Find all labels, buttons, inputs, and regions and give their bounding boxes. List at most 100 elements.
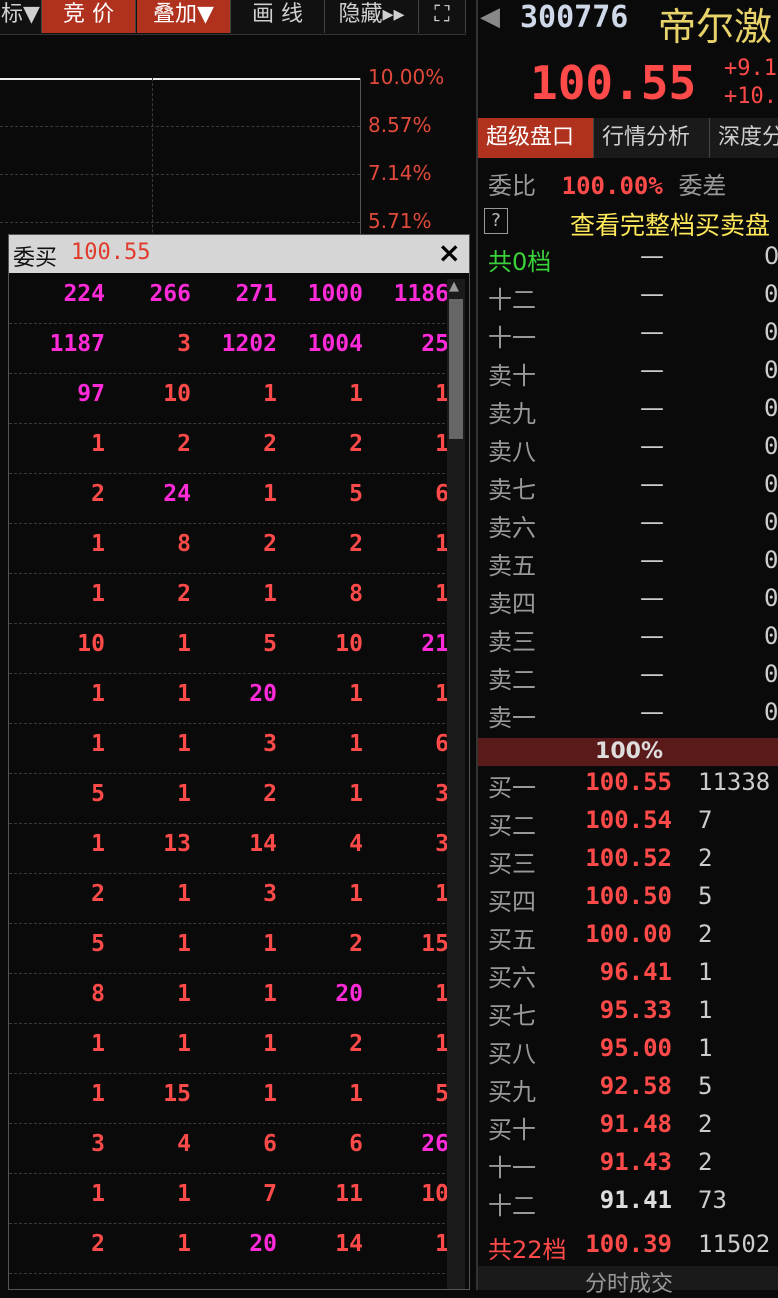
queue-cell: 10 xyxy=(163,381,191,407)
ask-level-row[interactable]: 十一 — 0 xyxy=(478,314,778,352)
bid-level-price: 100.00 xyxy=(585,920,672,948)
ask-level-row[interactable]: 卖三 — 0 xyxy=(478,618,778,656)
scrollbar[interactable]: ▲ xyxy=(447,279,465,1289)
queue-row: 2 1 3 1 1 xyxy=(9,873,449,924)
bid-level-row[interactable]: 买六 96.41 1 xyxy=(478,954,778,992)
queue-row: 10 1 5 10 21 xyxy=(9,623,449,674)
toolbar-menu-button[interactable]: 标▼ xyxy=(0,0,42,33)
queue-cell: 2 xyxy=(349,431,363,457)
bid-level-vol: 1 xyxy=(698,996,713,1024)
ask-level-row[interactable]: 卖一 — 0 xyxy=(478,694,778,732)
bid-level-row[interactable]: 买十 91.48 2 xyxy=(478,1106,778,1144)
ask-level-row[interactable]: 卖二 — 0 xyxy=(478,656,778,694)
ask-level-row[interactable]: 卖七 — 0 xyxy=(478,466,778,504)
queue-cell: 271 xyxy=(235,281,277,307)
bid-level-label: 买五 xyxy=(488,926,536,954)
draw-line-button[interactable]: 画 线 xyxy=(231,0,325,33)
bid-level-row[interactable]: 买二 100.54 7 xyxy=(478,802,778,840)
bid-total-row: 共22档 100.39 11502 xyxy=(478,1226,778,1264)
bid-level-label: 买三 xyxy=(488,850,536,878)
queue-cell: 3 xyxy=(177,331,191,357)
close-icon[interactable]: × xyxy=(438,236,461,269)
queue-cell: 24 xyxy=(163,481,191,507)
ask-level-row[interactable]: 卖五 — 0 xyxy=(478,542,778,580)
buy-sell-ratio-bar: 100% xyxy=(478,738,778,766)
tab-market-analysis[interactable]: 行情分析 xyxy=(594,118,710,158)
stock-code: 300776 xyxy=(520,0,629,35)
queue-cell: 1 xyxy=(263,1081,277,1107)
bid-level-row[interactable]: 买七 95.33 1 xyxy=(478,992,778,1030)
ask-level-row[interactable]: 卖六 — 0 xyxy=(478,504,778,542)
queue-cell: 2 xyxy=(177,431,191,457)
ratio-label: 委比 xyxy=(488,172,536,200)
bid-level-row[interactable]: 买一 100.55 11338 xyxy=(478,764,778,802)
queue-cell: 21 xyxy=(421,631,449,657)
bid-level-row[interactable]: 买八 95.00 1 xyxy=(478,1030,778,1068)
ask-total-price: — xyxy=(640,242,664,270)
bid-level-label: 买二 xyxy=(488,812,536,840)
bid-level-price: 91.48 xyxy=(599,1110,672,1138)
bid-level-row[interactable]: 十一 91.43 2 xyxy=(478,1144,778,1182)
queue-cell: 1 xyxy=(177,1031,191,1057)
ask-level-row[interactable]: 卖十 — 0 xyxy=(478,352,778,390)
fullscreen-icon[interactable]: ⛶ xyxy=(419,0,466,33)
bid-level-row[interactable]: 十二 91.41 73 xyxy=(478,1182,778,1220)
bid-level-vol: 2 xyxy=(698,1148,713,1176)
bid-level-row[interactable]: 买九 92.58 5 xyxy=(478,1068,778,1106)
tab-time-sales[interactable]: 分时成交 xyxy=(478,1266,778,1297)
overlay-button[interactable]: 叠加▼ xyxy=(137,0,231,33)
queue-cell: 3 xyxy=(435,781,449,807)
ask-total-row: 共0档 — 0 xyxy=(478,238,778,276)
bid-level-price: 100.55 xyxy=(585,768,672,796)
bid-level-label: 买八 xyxy=(488,1040,536,1068)
queue-cell: 266 xyxy=(149,281,191,307)
queue-row: 1 13 14 4 3 xyxy=(9,823,449,874)
ask-level-row[interactable]: 十二 — 0 xyxy=(478,276,778,314)
ask-level-price: — xyxy=(640,698,664,726)
ask-level-label: 十一 xyxy=(488,324,536,352)
queue-row: 224 266 271 1000 1186 xyxy=(9,273,449,324)
queue-row: 5 1 1 2 15 xyxy=(9,923,449,974)
bid-level-vol: 1 xyxy=(698,958,713,986)
pct-axis-label: 5.71% xyxy=(368,209,432,233)
ask-level-row[interactable]: 卖九 — 0 xyxy=(478,390,778,428)
queue-cell: 8 xyxy=(349,581,363,607)
ask-level-price: — xyxy=(640,508,664,536)
queue-cell: 2 xyxy=(91,881,105,907)
scroll-thumb[interactable] xyxy=(449,299,463,439)
back-arrow-icon[interactable]: ◀ xyxy=(480,2,500,32)
hide-button[interactable]: 隐藏▸▸ xyxy=(325,0,419,33)
queue-cell: 2 xyxy=(177,581,191,607)
bid-level-label: 买十 xyxy=(488,1116,536,1144)
tab-depth[interactable]: 深度分 xyxy=(710,118,778,158)
queue-cell: 1 xyxy=(349,681,363,707)
bid-total-vol: 11502 xyxy=(698,1230,771,1258)
queue-cell: 1 xyxy=(435,981,449,1007)
ask-level-label: 卖五 xyxy=(488,552,536,580)
bid-level-row[interactable]: 买五 100.00 2 xyxy=(478,916,778,954)
auction-button[interactable]: 竞 价 xyxy=(42,0,136,33)
queue-cell: 1 xyxy=(177,631,191,657)
scroll-up-icon[interactable]: ▲ xyxy=(449,279,459,294)
help-icon[interactable]: ? xyxy=(484,208,508,234)
queue-cell: 1 xyxy=(263,581,277,607)
pct-axis-label: 7.14% xyxy=(368,161,432,185)
queue-cell: 15 xyxy=(163,1081,191,1107)
chart-toolbar: 标▼ 竞 价 叠加▼ 画 线 隐藏▸▸ ⛶ xyxy=(0,0,466,35)
queue-cell: 1 xyxy=(263,481,277,507)
queue-cell: 10 xyxy=(77,631,105,657)
bid-level-vol: 5 xyxy=(698,882,713,910)
full-depth-link[interactable]: 查看完整档买卖盘 xyxy=(570,206,770,242)
bid-level-label: 买七 xyxy=(488,1002,536,1030)
ask-level-row[interactable]: 卖八 — 0 xyxy=(478,428,778,466)
bid-level-row[interactable]: 买四 100.50 5 xyxy=(478,878,778,916)
ask-level-vol: 0 xyxy=(764,356,778,384)
tab-super-book[interactable]: 超级盘口 xyxy=(478,118,594,158)
queue-cell: 1 xyxy=(263,981,277,1007)
queue-row: 2 1 20 14 1 xyxy=(9,1223,449,1274)
bid-level-row[interactable]: 买三 100.52 2 xyxy=(478,840,778,878)
queue-cell: 1 xyxy=(177,731,191,757)
ask-level-row[interactable]: 卖四 — 0 xyxy=(478,580,778,618)
queue-cell: 1 xyxy=(435,881,449,907)
queue-cell: 1004 xyxy=(307,331,363,357)
